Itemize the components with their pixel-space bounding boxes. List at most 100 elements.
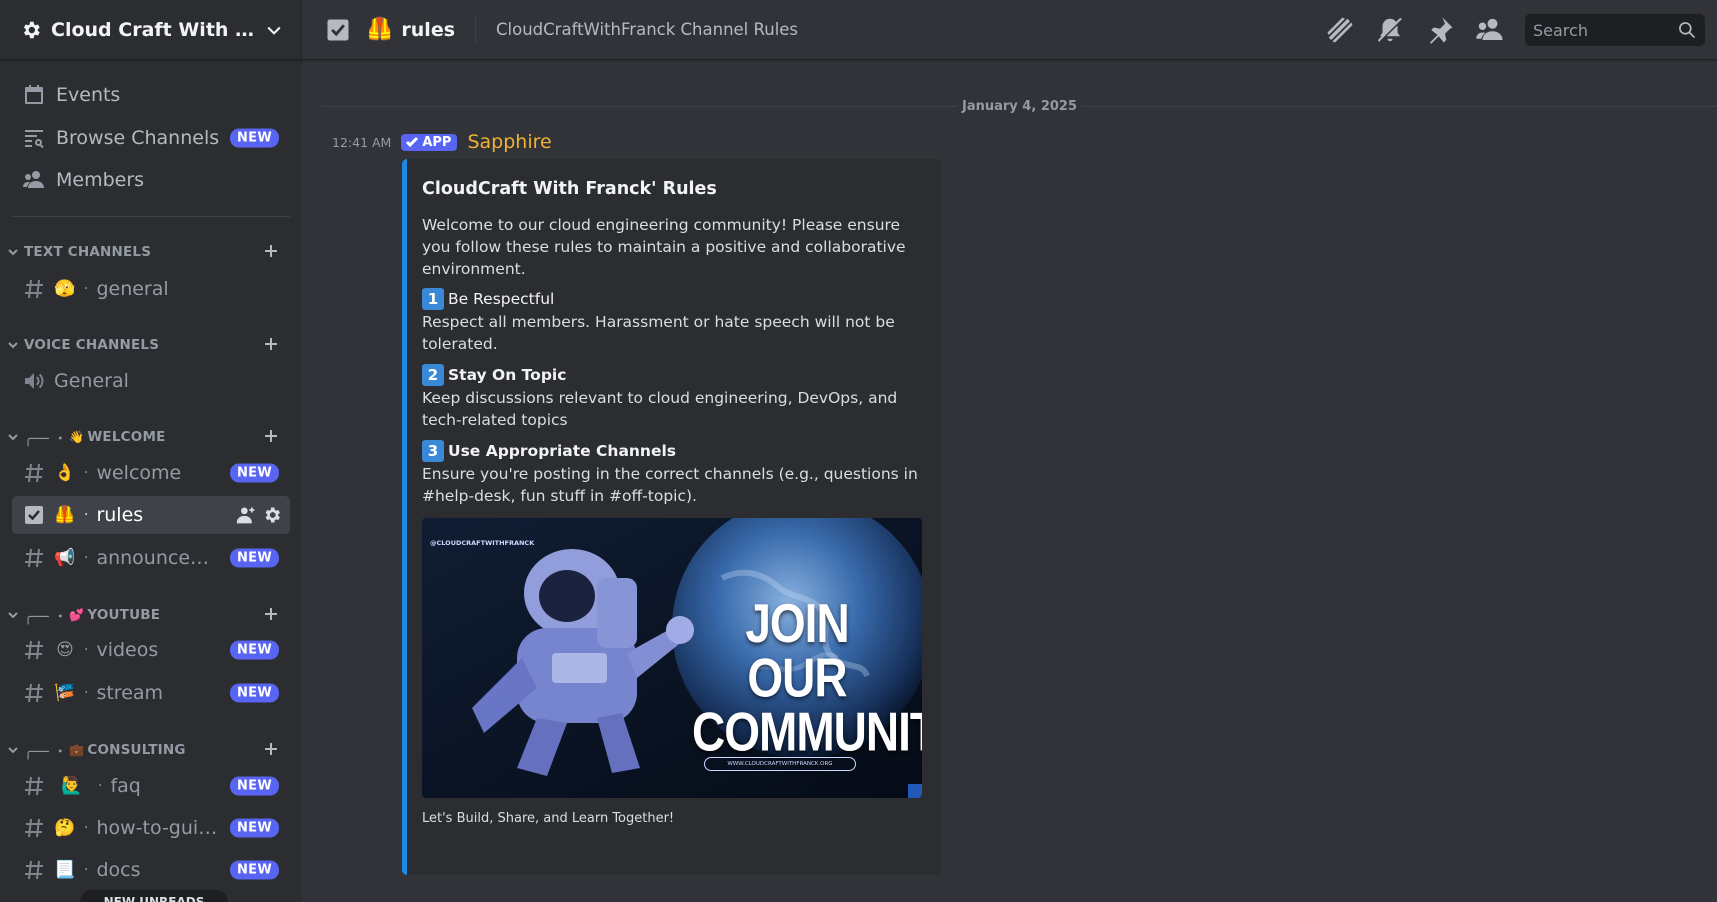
channel-name: general <box>96 278 169 300</box>
channel-name: faq <box>110 775 141 797</box>
new-badge: NEW <box>230 463 279 483</box>
rule-title: Be Respectful <box>448 290 555 308</box>
server-gear-icon <box>23 21 40 38</box>
add-channel-icon[interactable] <box>262 605 280 623</box>
invite-member-icon[interactable] <box>236 505 256 525</box>
channel-emoji: 🫣 <box>54 279 76 299</box>
nav-label: Members <box>56 169 145 191</box>
rule-item: 1 Be Respectful Respect all members. Har… <box>422 288 925 355</box>
channel-emoji: 📢 <box>54 548 76 568</box>
rule-number-badge: 3 <box>422 440 444 462</box>
channel-separator: · <box>84 820 89 836</box>
message-timestamp[interactable]: 12:41 AM <box>332 135 391 150</box>
channel-general[interactable]: 🫣 · general <box>12 270 290 308</box>
channel-separator: · <box>84 685 89 701</box>
category-label: TEXT CHANNELS <box>24 244 152 260</box>
channel-stream[interactable]: 🎏 · stream NEW <box>12 674 290 712</box>
channel-welcome[interactable]: 👌 · welcome NEW <box>12 454 290 492</box>
nav-members[interactable]: Members <box>12 161 290 199</box>
channel-emoji: 👌 <box>54 463 76 483</box>
channel-name: docs <box>96 859 141 881</box>
category-prefix: ╭── ・ <box>24 609 68 625</box>
category-label: YOUTUBE <box>87 607 161 623</box>
channel-videos[interactable]: 😍 · videos NEW <box>12 631 290 669</box>
rule-item: 2 Stay On Topic Keep discussions relevan… <box>422 364 925 431</box>
category-consulting[interactable]: ╭── ・ 💼 CONSULTING <box>0 738 302 762</box>
chevron-down-icon <box>8 342 18 349</box>
channel-name: rules <box>96 504 144 526</box>
category-label: CONSULTING <box>87 742 186 758</box>
channel-separator: · <box>84 862 89 878</box>
member-list-icon[interactable] <box>1475 15 1505 45</box>
channel-separator: · <box>98 778 103 794</box>
verified-check-icon <box>406 136 419 148</box>
chevron-down-icon <box>8 612 18 619</box>
channel-name: how-to-guides <box>96 817 223 839</box>
pin-icon[interactable] <box>1425 15 1455 45</box>
chevron-down-icon <box>8 434 18 441</box>
add-channel-icon[interactable] <box>262 242 280 260</box>
channel-name: announcements <box>96 547 222 569</box>
nav-events[interactable]: Events <box>12 76 290 114</box>
channel-emoji: 🎏 <box>54 683 76 703</box>
date-label: January 4, 2025 <box>962 98 1077 114</box>
channel-faq[interactable]: 🙋‍♂️ · faq NEW <box>12 767 290 805</box>
rules-channel-icon <box>327 19 349 40</box>
rules-embed: CloudCraft With Franck' Rules Welcome to… <box>402 159 941 875</box>
embed-description: Welcome to our cloud engineering communi… <box>422 216 906 278</box>
threads-icon[interactable] <box>1325 15 1355 45</box>
category-youtube[interactable]: ╭── ・ 💕 YOUTUBE <box>0 603 302 627</box>
nav-browse-channels[interactable]: Browse Channels NEW <box>12 119 290 157</box>
channel-how-to-guides[interactable]: 🤔 · how-to-guides NEW <box>12 809 290 847</box>
embed-image[interactable]: @CLOUDCRAFTWITHFRANCK JOIN OUR COMMUNITY… <box>422 518 922 798</box>
new-badge: NEW <box>230 683 279 703</box>
rule-number-badge: 2 <box>422 364 444 386</box>
rule-title: Stay On Topic <box>448 366 567 384</box>
category-text-channels[interactable]: TEXT CHANNELS <box>0 240 302 264</box>
search-input[interactable]: Search <box>1525 14 1705 46</box>
message-author[interactable]: Sapphire <box>467 131 551 153</box>
mute-bell-icon[interactable] <box>1375 15 1405 45</box>
new-badge: NEW <box>230 776 279 796</box>
channel-docs[interactable]: 📃 · docs NEW <box>12 851 290 889</box>
header-toolbar: Search <box>1325 14 1705 46</box>
channel-name: stream <box>96 682 164 704</box>
category-emoji: 💼 <box>69 743 85 757</box>
text-channel-icon <box>25 776 43 796</box>
channel-separator: · <box>84 281 89 297</box>
add-channel-icon[interactable] <box>262 335 280 353</box>
channel-emoji: 🤔 <box>54 818 76 838</box>
category-welcome[interactable]: ╭── ・ 👋 WELCOME <box>0 425 302 449</box>
date-divider: January 4, 2025 <box>322 96 1717 116</box>
channel-rules[interactable]: 🦺 · rules <box>12 496 290 534</box>
banner-handle: @CLOUDCRAFTWITHFRANCK <box>430 539 535 547</box>
add-channel-icon[interactable] <box>262 427 280 445</box>
text-channel-icon <box>25 640 43 660</box>
new-unreads-pill[interactable]: NEW UNREADS <box>80 890 228 902</box>
text-channel-icon <box>25 818 43 838</box>
channel-header: 🦺 rules CloudCraftWithFranck Channel Rul… <box>302 0 1717 60</box>
rule-text: Respect all members. Harassment or hate … <box>422 313 895 353</box>
channel-settings-gear-icon[interactable] <box>262 505 282 525</box>
rules-channel-icon <box>25 506 43 524</box>
new-badge: NEW <box>230 548 279 568</box>
message-area: January 4, 2025 12:41 AM APP Sapphire Cl… <box>302 61 1717 902</box>
category-voice-channels[interactable]: VOICE CHANNELS <box>0 333 302 357</box>
chevron-down-icon <box>8 249 18 256</box>
rule-text: Ensure you're posting in the correct cha… <box>422 465 918 505</box>
channel-topic[interactable]: CloudCraftWithFranck Channel Rules <box>496 20 798 39</box>
speaker-icon <box>25 373 44 389</box>
server-name: Cloud Craft With Franck <box>51 18 256 41</box>
channel-announcements[interactable]: 📢 · announcements NEW <box>12 539 290 577</box>
banner-headline: JOIN OUR COMMUNITY <box>692 592 922 763</box>
channel-title: rules <box>401 18 456 41</box>
channel-separator: · <box>84 642 89 658</box>
channel-actions <box>236 505 282 525</box>
server-header[interactable]: Cloud Craft With Franck <box>0 0 302 60</box>
text-channel-icon <box>25 683 43 703</box>
image-corner-handle <box>908 784 922 798</box>
add-channel-icon[interactable] <box>262 740 280 758</box>
channel-name: welcome <box>96 462 182 484</box>
header-divider <box>475 16 477 43</box>
channel-voice-general[interactable]: General <box>12 362 290 400</box>
